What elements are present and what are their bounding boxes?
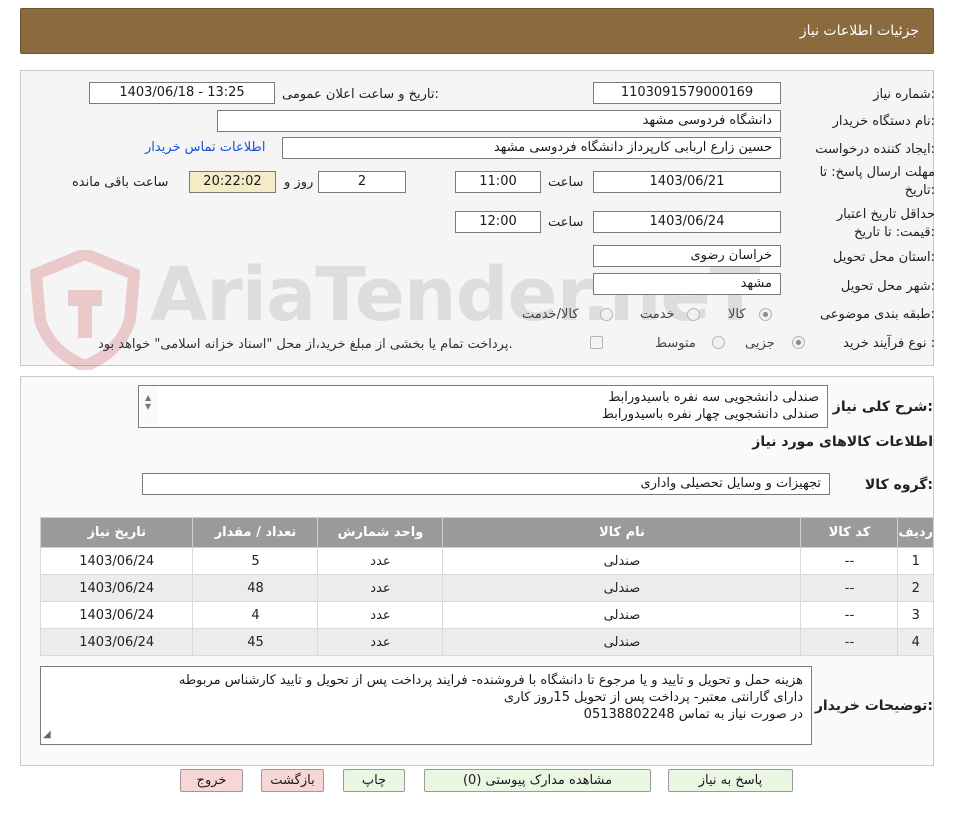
deadline-time-label: ساعت	[548, 175, 584, 190]
summary-label: شرح کلی نیاز:	[832, 399, 933, 415]
summary-scrollbar[interactable]: ▲ ▼	[140, 387, 158, 426]
cell-date: 1403/06/24	[39, 574, 194, 602]
cell-code: --	[800, 547, 899, 575]
cell-name: صندلی	[442, 628, 802, 656]
creator-label: ایجاد کننده درخواست:	[815, 142, 935, 157]
summary-textarea[interactable]: ▲ ▼ صندلی دانشجویی سه نفره باسیدورابط صن…	[138, 385, 828, 428]
notes-line-1: هزینه حمل و تحویل و تایید و یا مرجوع تا …	[178, 673, 803, 688]
buyer-contact-link[interactable]: اطلاعات تماس خریدار	[145, 140, 265, 155]
page-header: جزئیات اطلاعات نیاز	[20, 8, 934, 54]
process-radio-medium[interactable]	[712, 336, 725, 349]
cell-date: 1403/06/24	[39, 547, 194, 575]
category-label: طبقه بندی موضوعی:	[819, 307, 935, 322]
cell-qty: 45	[192, 628, 319, 656]
col-qty: تعداد / مقدار	[192, 517, 319, 548]
remaining-label: ساعت باقی مانده	[72, 175, 169, 190]
announce-label: تاریخ و ساعت اعلان عمومی:	[282, 87, 439, 102]
process-radio-minor[interactable]	[792, 336, 805, 349]
remaining-time-field: 20:22:02	[189, 171, 276, 193]
table-row: 1 -- صندلی عدد 5 1403/06/24	[39, 547, 934, 575]
cell-qty: 48	[192, 574, 319, 602]
cell-qty: 4	[192, 601, 319, 629]
cell-name: صندلی	[442, 574, 802, 602]
notes-line-2: دارای گارانتی معتبر- پرداخت پس از تحویل …	[503, 690, 803, 705]
cell-qty: 5	[192, 547, 319, 575]
need-number-label: شماره نیاز:	[873, 87, 935, 102]
creator-field: حسین زارع اربابی کارپرداز دانشگاه فردوسی…	[282, 137, 781, 159]
notes-line-3: در صورت نیاز به تماس 05138802248	[583, 707, 803, 722]
back-button[interactable]: بازگشت	[261, 769, 324, 792]
items-table-header: ردیف کد کالا نام کالا واحد شمارش تعداد /…	[39, 517, 934, 548]
process-option-medium: متوسط	[655, 336, 696, 351]
col-code: کد کالا	[800, 517, 899, 548]
deadline-label-line2: تاریخ:	[904, 183, 935, 198]
deadline-label-line1: مهلت ارسال پاسخ: تا	[819, 165, 935, 180]
validity-label-line2: قیمت: تا تاریخ:	[854, 225, 935, 240]
category-radio-goods[interactable]	[759, 308, 772, 321]
category-radio-goods-service[interactable]	[600, 308, 613, 321]
days-label: روز و	[284, 175, 314, 190]
items-section-title: اطلاعات کالاهای مورد نیاز	[752, 434, 933, 450]
deadline-time-field: 11:00	[455, 171, 541, 193]
cell-date: 1403/06/24	[39, 601, 194, 629]
table-row: 4 -- صندلی عدد 45 1403/06/24	[39, 628, 934, 656]
cell-name: صندلی	[442, 547, 802, 575]
summary-line-2: صندلی دانشجویی چهار نفره باسیدورابط	[601, 407, 819, 422]
col-row: ردیف	[897, 517, 934, 548]
buyer-notes-label: توضیحات خریدار:	[814, 698, 933, 714]
buyer-notes-textarea[interactable]: هزینه حمل و تحویل و تایید و یا مرجوع تا …	[40, 666, 812, 745]
cell-row: 1	[897, 547, 934, 575]
cell-unit: عدد	[317, 601, 444, 629]
buyer-org-field: دانشگاه فردوسی مشهد	[217, 110, 781, 132]
province-field: خراسان رضوی	[593, 245, 781, 267]
items-table: ردیف کد کالا نام کالا واحد شمارش تعداد /…	[39, 517, 934, 656]
announce-datetime-field: 1403/06/18 - 13:25	[89, 82, 275, 104]
validity-time-field: 12:00	[455, 211, 541, 233]
province-label: استان محل تحویل:	[833, 250, 935, 265]
goods-group-label: گروه کالا:	[864, 477, 933, 493]
process-label: نوع فرآیند خرید :	[843, 336, 935, 351]
cell-unit: عدد	[317, 547, 444, 575]
summary-line-1: صندلی دانشجویی سه نفره باسیدورابط	[608, 390, 819, 405]
validity-time-label: ساعت	[548, 215, 584, 230]
page-title: جزئیات اطلاعات نیاز	[799, 23, 919, 39]
category-radio-service[interactable]	[687, 308, 700, 321]
print-button[interactable]: چاپ	[343, 769, 405, 792]
buyer-org-label: نام دستگاه خریدار:	[832, 114, 935, 129]
cell-row: 3	[897, 601, 934, 629]
cell-unit: عدد	[317, 574, 444, 602]
reply-button[interactable]: پاسخ به نیاز	[668, 769, 793, 792]
cell-name: صندلی	[442, 601, 802, 629]
treasury-note: پرداخت تمام یا بخشی از مبلغ خرید،از محل …	[98, 337, 513, 352]
need-number-field: 1103091579000169	[593, 82, 781, 104]
cell-date: 1403/06/24	[39, 628, 194, 656]
category-option-service: خدمت	[640, 307, 675, 322]
remaining-days-field: 2	[318, 171, 406, 193]
resize-handle-icon[interactable]: ◢	[43, 726, 51, 743]
col-name: نام کالا	[442, 517, 802, 548]
table-row: 3 -- صندلی عدد 4 1403/06/24	[39, 601, 934, 629]
cell-code: --	[800, 574, 899, 602]
treasury-checkbox[interactable]	[590, 336, 603, 349]
cell-row: 2	[897, 574, 934, 602]
col-unit: واحد شمارش	[317, 517, 444, 548]
goods-group-field: تجهیزات و وسایل تحصیلی واداری	[142, 473, 830, 495]
category-option-goods: کالا	[728, 307, 746, 322]
city-label: شهر محل تحویل:	[840, 279, 935, 294]
cell-code: --	[800, 601, 899, 629]
view-attachments-button[interactable]: مشاهده مدارک پیوستی (0)	[424, 769, 651, 792]
city-field: مشهد	[593, 273, 781, 295]
col-date: تاریخ نیاز	[39, 517, 194, 548]
validity-date-field: 1403/06/24	[593, 211, 781, 233]
validity-label-line1: حداقل تاریخ اعتبار	[836, 207, 935, 222]
cell-unit: عدد	[317, 628, 444, 656]
cell-code: --	[800, 628, 899, 656]
deadline-date-field: 1403/06/21	[593, 171, 781, 193]
exit-button[interactable]: خروج	[180, 769, 243, 792]
category-option-goods-service: کالا/خدمت	[522, 307, 579, 322]
process-option-minor: جزیی	[745, 336, 775, 351]
cell-row: 4	[897, 628, 934, 656]
scroll-down-icon[interactable]: ▼	[145, 398, 151, 415]
table-row: 2 -- صندلی عدد 48 1403/06/24	[39, 574, 934, 602]
